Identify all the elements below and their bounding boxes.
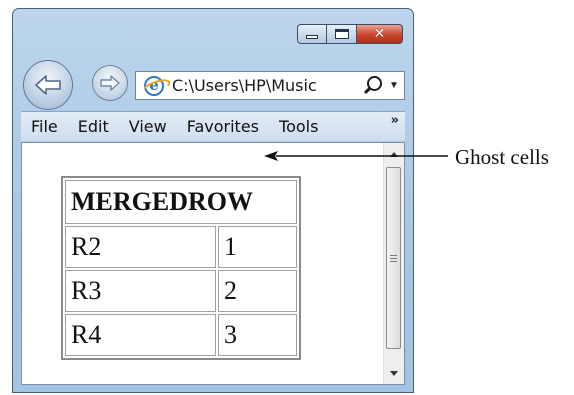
maximize-icon [334, 29, 349, 39]
close-button[interactable]: ✕ [357, 24, 403, 44]
menu-view[interactable]: View [119, 112, 177, 142]
table-row: MERGEDROW [65, 180, 297, 224]
table-cell: R4 [65, 314, 216, 356]
scroll-thumb[interactable] [386, 167, 401, 349]
address-text[interactable]: C:\Users\HP\Music [172, 76, 361, 95]
browser-window: ✕ e C:\Users\HP\Music ▼ File Edit View F… [12, 8, 414, 393]
forward-arrow-icon [100, 75, 120, 91]
table-cell: R2 [65, 226, 216, 268]
internet-explorer-icon: e [144, 75, 164, 96]
forward-button[interactable] [92, 65, 128, 101]
menu-file[interactable]: File [21, 112, 68, 142]
scroll-down-button[interactable] [384, 364, 404, 382]
annotation-arrow-icon [264, 151, 448, 161]
back-arrow-icon [35, 75, 61, 95]
menu-bar: File Edit View Favorites Tools » [21, 111, 405, 141]
minimize-icon [306, 35, 318, 39]
search-icon[interactable] [361, 72, 385, 99]
table-row: R3 2 [65, 270, 297, 312]
merged-row-table: MERGEDROW R2 1 R3 2 R4 3 [61, 176, 301, 360]
vertical-scrollbar[interactable] [383, 143, 404, 384]
table-cell: 1 [218, 226, 297, 268]
menu-overflow-chevron-icon[interactable]: » [391, 113, 399, 128]
close-icon: ✕ [373, 26, 386, 42]
window-caption-buttons: ✕ [297, 24, 403, 44]
table-cell: R3 [65, 270, 216, 312]
back-button[interactable] [23, 60, 73, 110]
table-header-cell: MERGEDROW [65, 180, 297, 224]
page-viewport: MERGEDROW R2 1 R3 2 R4 3 [21, 142, 405, 385]
chevron-down-icon[interactable]: ▼ [387, 80, 401, 91]
menu-edit[interactable]: Edit [68, 112, 119, 142]
table-cell: 2 [218, 270, 297, 312]
table-row: R2 1 [65, 226, 297, 268]
scroll-grip-icon [390, 254, 397, 262]
maximize-button[interactable] [327, 24, 357, 44]
table-row: R4 3 [65, 314, 297, 356]
annotation-label: Ghost cells [455, 145, 549, 169]
table-cell: 3 [218, 314, 297, 356]
minimize-button[interactable] [297, 24, 327, 44]
menu-favorites[interactable]: Favorites [177, 112, 269, 142]
menu-tools[interactable]: Tools [269, 112, 328, 142]
address-bar[interactable]: e C:\Users\HP\Music ▼ [135, 71, 405, 100]
scroll-down-arrow-icon [390, 370, 398, 376]
